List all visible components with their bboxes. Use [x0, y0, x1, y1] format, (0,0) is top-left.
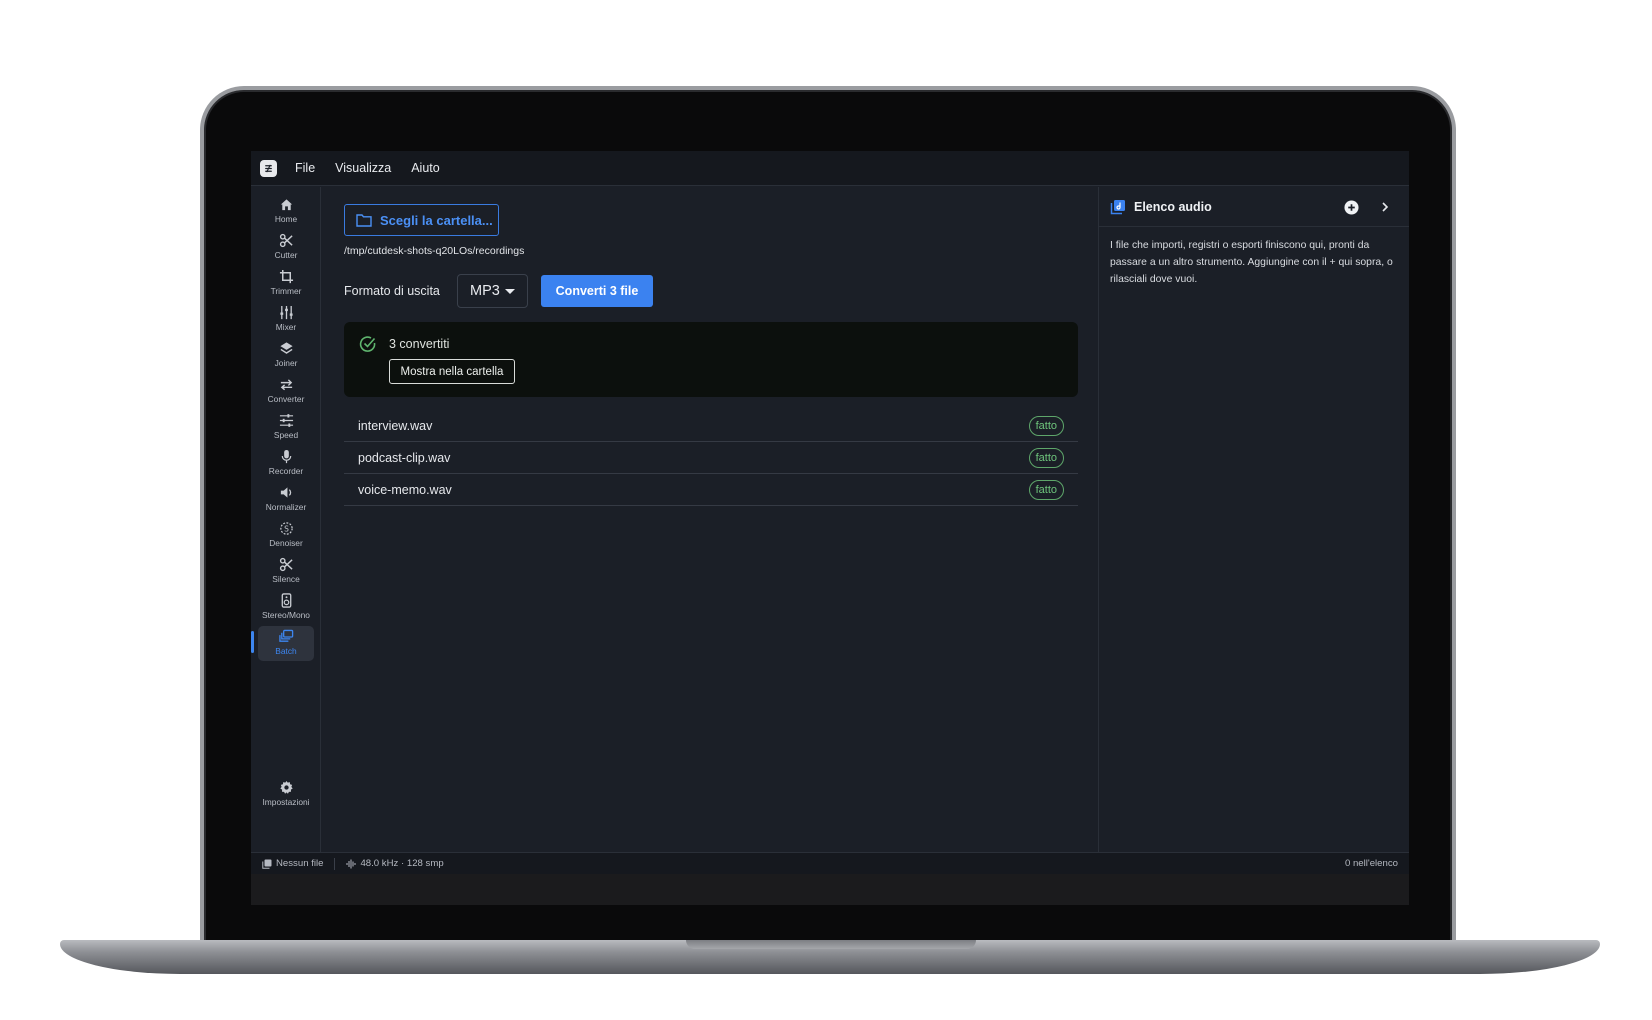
sidebar-item-settings[interactable]: Impostazioni	[258, 777, 314, 812]
batch-panel: Scegli la cartella... /tmp/cutdesk-shots…	[322, 187, 1098, 852]
statusbar-count: 0 nell'elenco	[1344, 858, 1398, 869]
sidebar-item-normalizer[interactable]: Normalizer	[258, 482, 314, 517]
sidebar-item-speed[interactable]: Speed	[258, 410, 314, 445]
app-logo-icon	[260, 159, 277, 177]
audio-list-title: Elenco audio	[1134, 199, 1212, 214]
gear-icon	[279, 780, 293, 794]
show-in-folder-button[interactable]: Mostra nella cartella	[389, 359, 515, 384]
crop-icon	[279, 269, 293, 284]
sidebar-item-stereo-mono[interactable]: Stereo/Mono	[258, 590, 314, 625]
choose-folder-button[interactable]: Scegli la cartella...	[344, 204, 499, 236]
menubar: File Visualizza Aiuto	[251, 151, 1409, 186]
active-indicator	[251, 631, 254, 653]
sidebar-item-trimmer[interactable]: Trimmer	[258, 266, 314, 301]
sliders-icon	[279, 414, 293, 427]
sidebar-item-converter[interactable]: Converter	[258, 374, 314, 409]
list-item: voice-memo.wav fatto	[344, 474, 1078, 506]
add-icon[interactable]	[1344, 200, 1359, 215]
sidebar-item-batch[interactable]: Batch	[258, 626, 314, 661]
statusbar-file: Nessun file	[251, 858, 323, 869]
result-banner: 3 convertiti Mostra nella cartella	[344, 322, 1078, 397]
chevron-down-icon	[505, 289, 515, 294]
audio-list-panel: Elenco audio I file che importi, registr…	[1098, 187, 1409, 852]
statusbar-audio: 48.0 kHz · 128 smp	[346, 858, 444, 869]
status-badge: fatto	[1028, 447, 1064, 468]
audio-list-icon	[1110, 199, 1125, 214]
file-icon	[262, 859, 272, 869]
statusbar-divider	[334, 857, 336, 870]
check-circle-icon	[359, 336, 376, 352]
file-name: interview.wav	[358, 418, 433, 433]
statusbar-audio-text: 48.0 kHz · 128 smp	[360, 858, 444, 869]
status-badge: fatto	[1028, 479, 1064, 500]
volume-icon	[280, 487, 291, 498]
menu-aiuto[interactable]: Aiuto	[411, 161, 440, 175]
menu-file[interactable]: File	[295, 161, 315, 175]
list-item: podcast-clip.wav fatto	[344, 442, 1078, 474]
sidebar: Home Cutter Trimmer Mixer Joiner Convert…	[251, 187, 321, 852]
sidebar-item-cutter[interactable]: Cutter	[258, 230, 314, 265]
list-item: interview.wav fatto	[344, 410, 1078, 442]
scissors-icon	[279, 557, 293, 572]
file-name: voice-memo.wav	[358, 482, 452, 497]
chevron-right-icon[interactable]	[1379, 201, 1391, 213]
format-select[interactable]: MP3	[457, 274, 528, 308]
choose-folder-label: Scegli la cartella...	[380, 212, 493, 228]
sidebar-item-joiner[interactable]: Joiner	[258, 338, 314, 373]
folder-path: /tmp/cutdesk-shots-q20LOs/recordings	[344, 245, 525, 257]
statusbar-file-text: Nessun file	[276, 858, 324, 869]
home-icon	[280, 199, 292, 211]
file-name: podcast-clip.wav	[358, 450, 451, 465]
convert-button[interactable]: Converti 3 file	[541, 275, 653, 307]
speaker-icon	[281, 593, 291, 608]
sidebar-item-denoiser[interactable]: S Denoiser	[258, 518, 314, 553]
format-value: MP3	[470, 283, 500, 299]
batch-icon	[278, 629, 293, 642]
mixer-icon	[279, 305, 293, 320]
audio-list-description: I file che importi, registri o esporti f…	[1110, 240, 1393, 285]
result-text: 3 convertiti	[389, 337, 450, 351]
file-list: interview.wav fatto podcast-clip.wav fat…	[344, 410, 1078, 506]
laptop-notch	[686, 940, 976, 949]
menu-visualizza[interactable]: Visualizza	[335, 161, 391, 175]
swap-icon	[280, 379, 292, 391]
status-badge: fatto	[1028, 415, 1064, 436]
sidebar-item-mixer[interactable]: Mixer	[258, 302, 314, 337]
audio-list-header: Elenco audio	[1099, 187, 1409, 227]
sidebar-item-silence[interactable]: Silence	[258, 554, 314, 589]
microphone-icon	[281, 449, 291, 464]
screen-bottom-bezel	[251, 874, 1409, 905]
folder-icon	[356, 214, 372, 227]
waveform-icon	[346, 859, 356, 868]
statusbar: Nessun file 48.0 kHz · 128 smp 0 nell'el…	[251, 852, 1409, 874]
denoise-icon: S	[279, 522, 293, 535]
app-window: File Visualizza Aiuto Home Cutter Trimme…	[251, 151, 1409, 874]
layers-icon	[279, 342, 293, 354]
sidebar-item-recorder[interactable]: Recorder	[258, 446, 314, 481]
scissors-icon	[279, 233, 293, 248]
sidebar-item-home[interactable]: Home	[258, 194, 314, 229]
format-label: Formato di uscita	[344, 284, 440, 298]
svg-text:S: S	[284, 524, 289, 533]
